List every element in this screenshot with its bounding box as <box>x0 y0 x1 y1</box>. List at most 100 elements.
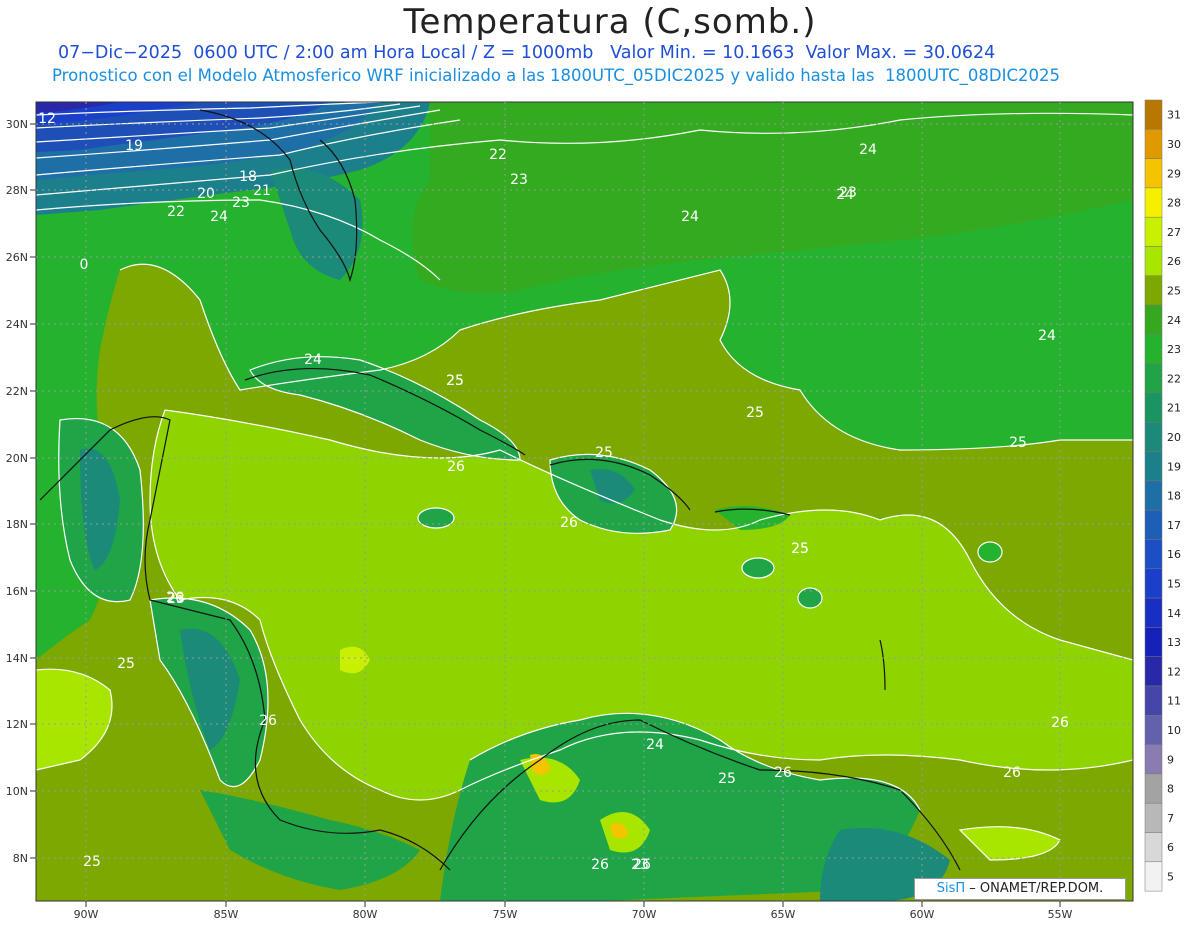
contour-label: 20 <box>197 186 215 202</box>
contour-label: 23 <box>510 172 528 188</box>
lat-label: 26N <box>6 251 28 264</box>
contour-label: 26 <box>591 857 609 873</box>
colorbar-label: 9 <box>1167 753 1174 766</box>
contour-label: 24 <box>304 352 322 368</box>
colorbar-swatch <box>1144 304 1163 335</box>
lon-label: 60W <box>910 908 935 921</box>
contour-label: 26 <box>447 459 465 475</box>
contour-label: 22 <box>167 204 185 220</box>
lat-label: 18N <box>6 518 28 531</box>
colorbar-label: 19 <box>1167 460 1181 473</box>
contour-label: 25 <box>117 656 135 672</box>
colorbar-label: 23 <box>1167 343 1181 356</box>
contour-label: 23 <box>167 591 185 607</box>
lat-label: 22N <box>6 385 28 398</box>
colorbar-label: 16 <box>1167 548 1181 561</box>
lon-label: 90W <box>74 908 99 921</box>
sispi-logo: SisΠ <box>936 881 966 896</box>
colorbar-label: 21 <box>1167 402 1181 415</box>
lon-label: 80W <box>353 908 378 921</box>
colorbar-swatch <box>1144 744 1163 775</box>
colorbar-swatch <box>1144 392 1163 423</box>
contour-label: 26 <box>774 765 792 781</box>
colorbar-label: 31 <box>1167 109 1181 122</box>
colorbar-swatch <box>1144 216 1163 247</box>
contour-label: 25 <box>791 541 809 557</box>
contour-label: 26 <box>1003 765 1021 781</box>
contour-label: 25 <box>83 854 101 870</box>
colorbar-swatch <box>1144 656 1163 687</box>
lon-label: 55W <box>1048 908 1073 921</box>
colorbar-label: 14 <box>1167 607 1181 620</box>
colorbar-swatch <box>1144 861 1163 892</box>
colorbar-swatch <box>1144 187 1163 218</box>
colorbar-swatch <box>1144 715 1163 745</box>
colorbar-swatch <box>1144 480 1163 511</box>
lat-label: 28N <box>6 184 28 197</box>
lon-label: 75W <box>493 908 518 921</box>
colorbar-label: 26 <box>1167 255 1181 268</box>
colorbar-swatch <box>1144 685 1163 716</box>
contour-label: 25 <box>1009 435 1027 451</box>
colorbar-swatch <box>1144 99 1163 130</box>
contour-label: 24 <box>646 737 664 753</box>
contour-label: 25 <box>446 373 464 389</box>
contour-label: 0 <box>80 257 89 273</box>
longitude-labels: 90W 85W 80W 75W 70W 65W 60W 55W <box>74 901 1073 921</box>
colorbar-label: 22 <box>1167 372 1181 385</box>
colorbar-swatch <box>1144 509 1163 540</box>
colorbar-label: 13 <box>1167 636 1181 649</box>
colorbar-label: 17 <box>1167 519 1181 532</box>
lat-label: 10N <box>6 785 28 798</box>
credit-box: SisΠ – ONAMET/REP.DOM. <box>914 878 1126 900</box>
colorbar-label: 18 <box>1167 490 1181 503</box>
colorbar-swatch <box>1144 802 1163 833</box>
color-scale-bar: 31 30 29 28 27 26 25 24 23 22 21 20 19 18 17 16 15 14 13 12… <box>1144 99 1181 892</box>
temperature-field <box>36 102 1133 901</box>
colorbar-label: 11 <box>1167 695 1181 708</box>
contour-label: 24 <box>836 187 854 203</box>
latitude-labels: 30N 28N 26N 24N 22N 20N 18N 16N 14N 12N 10N 8N <box>6 118 36 865</box>
lat-label: 20N <box>6 452 28 465</box>
colorbar-swatch <box>1144 597 1163 628</box>
colorbar-swatch <box>1144 539 1163 570</box>
credit-text: – ONAMET/REP.DOM. <box>965 881 1104 896</box>
lat-label: 12N <box>6 718 28 731</box>
contour-label: 19 <box>125 138 143 154</box>
contour-label: 24 <box>859 142 877 158</box>
colorbar-label: 30 <box>1167 138 1181 151</box>
contour-label: 26 <box>1051 715 1069 731</box>
contour-label: 24 <box>681 209 699 225</box>
lat-label: 24N <box>6 318 28 331</box>
contour-label: 23 <box>232 195 250 211</box>
colorbar-swatch <box>1144 451 1163 482</box>
colorbar-label: 10 <box>1167 724 1181 737</box>
colorbar-swatch <box>1144 568 1163 599</box>
temperature-map: 30N 28N 26N 24N 22N 20N 18N 16N 14N 12N 10N 8N 90W 8… <box>6 99 1181 921</box>
lat-label: 8N <box>13 852 28 865</box>
contour-label: 25 <box>718 771 736 787</box>
contour-label: 22 <box>489 147 507 163</box>
colorbar-label: 29 <box>1167 167 1181 180</box>
colorbar-label: 8 <box>1167 783 1174 796</box>
contour-label: 23 <box>631 857 649 873</box>
colorbar-label: 5 <box>1167 870 1174 883</box>
lon-label: 65W <box>771 908 796 921</box>
colorbar-swatch <box>1144 627 1163 657</box>
colorbar-swatch <box>1144 773 1163 804</box>
contour-label: 25 <box>595 445 613 461</box>
colorbar-label: 28 <box>1167 197 1181 210</box>
lon-label: 70W <box>632 908 657 921</box>
contour-label: 24 <box>1038 328 1056 344</box>
colorbar-swatch <box>1144 422 1163 452</box>
colorbar-label: 20 <box>1167 431 1181 444</box>
colorbar-label: 12 <box>1167 665 1181 678</box>
colorbar-swatch <box>1144 275 1163 306</box>
colorbar-label: 7 <box>1167 812 1174 825</box>
lat-label: 30N <box>6 118 28 131</box>
contour-label: 24 <box>210 209 228 225</box>
colorbar-label: 24 <box>1167 314 1181 327</box>
colorbar-swatch <box>1144 246 1163 277</box>
colorbar-label: 25 <box>1167 284 1181 297</box>
colorbar-swatch <box>1144 334 1163 364</box>
